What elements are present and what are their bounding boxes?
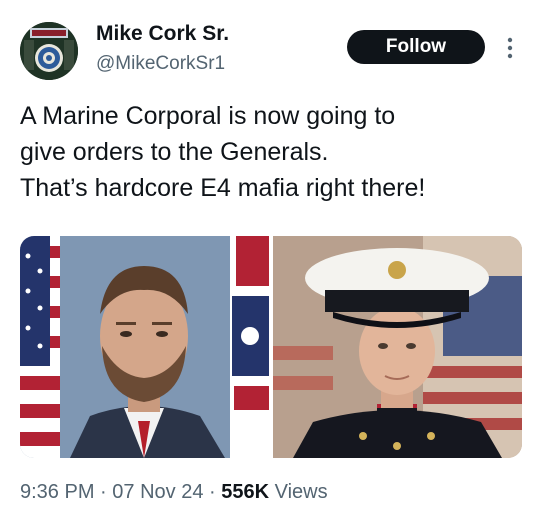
tweet-media bbox=[20, 236, 522, 458]
tweet-text: A Marine Corporal is now going to give o… bbox=[20, 98, 520, 206]
tweet-date[interactable]: 07 Nov 24 bbox=[112, 481, 203, 503]
veteran-badge-icon bbox=[20, 22, 78, 80]
tweet-card: Mike Cork Sr. @MikeCorkSr1 Follow A Mari… bbox=[0, 0, 540, 516]
tweet-text-line: That’s hardcore E4 mafia right there! bbox=[20, 174, 426, 202]
views-count: 556K bbox=[221, 481, 270, 503]
tweet-time[interactable]: 9:36 PM bbox=[20, 481, 94, 503]
meta-separator: · bbox=[100, 481, 107, 503]
photo-portrait-suit[interactable] bbox=[20, 236, 269, 458]
views-label: Views bbox=[274, 481, 328, 503]
follow-button[interactable]: Follow bbox=[347, 30, 485, 64]
author-avatar[interactable] bbox=[20, 22, 78, 80]
author-handle[interactable]: @MikeCorkSr1 bbox=[96, 53, 225, 75]
photo-portrait-marine[interactable] bbox=[273, 236, 522, 458]
meta-separator: · bbox=[209, 481, 216, 503]
author-display-name[interactable]: Mike Cork Sr. bbox=[96, 22, 229, 46]
tweet-meta: 9:36 PM · 07 Nov 24 · 556K Views bbox=[20, 481, 328, 504]
tweet-text-line: give orders to the Generals. bbox=[20, 138, 329, 166]
more-vertical-icon[interactable] bbox=[500, 34, 520, 62]
tweet-text-line: A Marine Corporal is now going to bbox=[20, 102, 396, 130]
